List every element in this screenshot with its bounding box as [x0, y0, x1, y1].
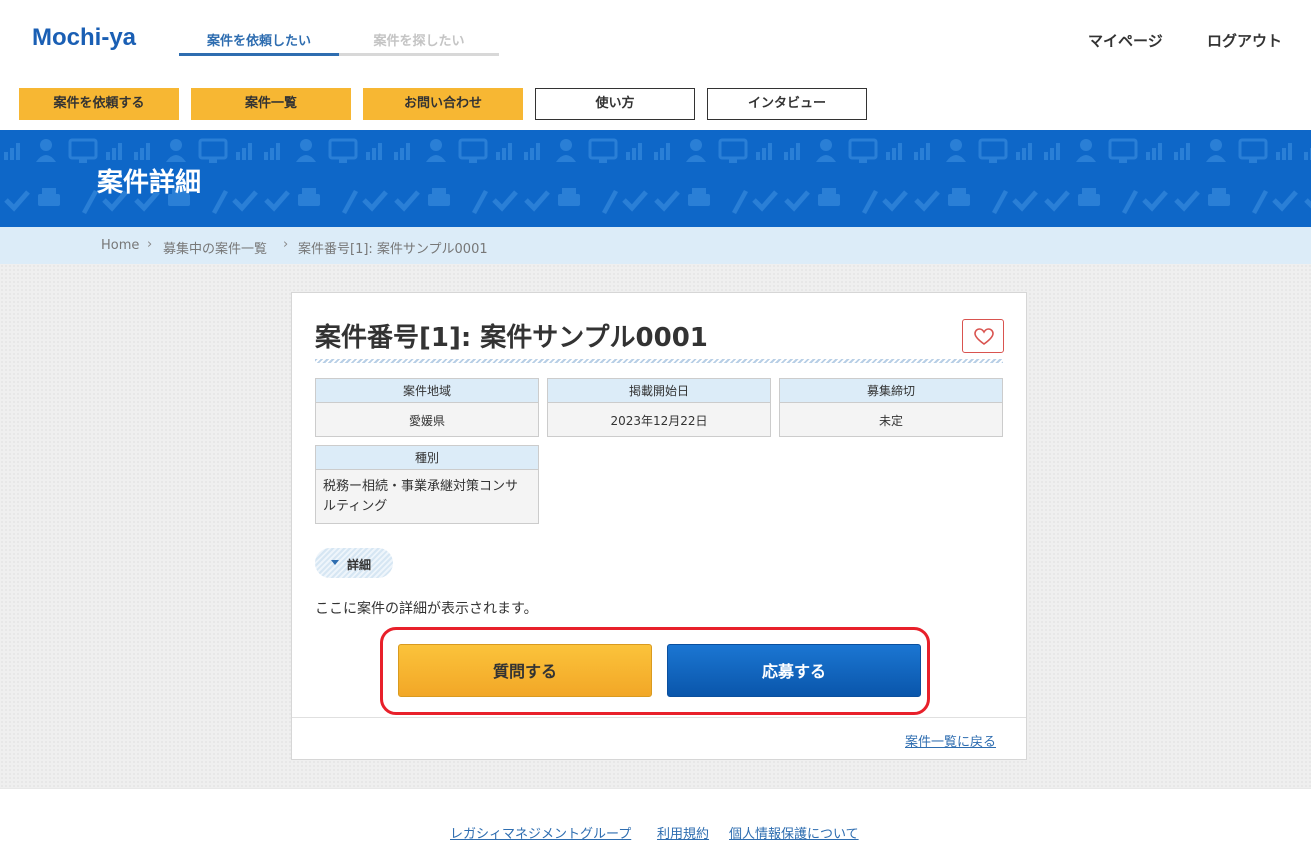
nav-request-project-button[interactable]: 案件を依頼する	[19, 88, 179, 120]
page-title: 案件詳細	[97, 168, 202, 198]
info-start-date-label: 掲載開始日	[548, 379, 770, 403]
title-divider	[315, 359, 1003, 363]
info-deadline: 募集締切 未定	[779, 378, 1003, 437]
info-start-date-value: 2023年12月22日	[610, 414, 708, 428]
footer-link-company[interactable]: レガシィマネジメントグループ	[450, 823, 631, 842]
nav-interview-button[interactable]: インタビュー	[707, 88, 867, 120]
nav-project-list-button[interactable]: 案件一覧	[191, 88, 351, 120]
breadcrumb: Home › 募集中の案件一覧 › 案件番号[1]: 案件サンプル0001	[0, 227, 1311, 264]
info-region-value: 愛媛県	[408, 414, 445, 428]
detail-text: ここに案件の詳細が表示されます。	[315, 601, 538, 617]
info-region: 案件地域 愛媛県	[315, 378, 539, 437]
site-footer: レガシィマネジメントグループ 利用規約 個人情報保護について	[0, 788, 1311, 847]
info-category-value: 税務ー相続・事業承継対策コンサ ルティング	[316, 470, 538, 517]
apply-button[interactable]: 応募する	[667, 644, 921, 697]
breadcrumb-home[interactable]: Home	[101, 238, 139, 253]
info-deadline-value: 未定	[878, 414, 903, 428]
back-to-list-link[interactable]: 案件一覧に戻る	[905, 731, 996, 750]
project-title: 案件番号[1]: 案件サンプル0001	[315, 323, 708, 353]
caret-down-icon	[331, 560, 339, 565]
nav-howto-button[interactable]: 使い方	[535, 88, 695, 120]
breadcrumb-project-list[interactable]: 募集中の案件一覧	[163, 238, 267, 257]
page-banner: 案件詳細	[0, 130, 1311, 227]
footer-link-privacy[interactable]: 個人情報保護について	[729, 823, 859, 842]
heart-icon	[974, 328, 994, 345]
info-category: 種別 税務ー相続・事業承継対策コンサ ルティング	[315, 445, 539, 524]
mypage-link[interactable]: マイページ	[1088, 30, 1163, 51]
tab-request-project[interactable]: 案件を依頼したい	[179, 30, 339, 56]
favorite-button[interactable]	[962, 319, 1004, 353]
info-start-date: 掲載開始日 2023年12月22日	[547, 378, 771, 437]
breadcrumb-separator: ›	[147, 237, 153, 252]
info-category-label: 種別	[316, 446, 538, 470]
info-category-value-line2: ルティング	[323, 499, 388, 514]
info-deadline-label: 募集締切	[780, 379, 1002, 403]
info-category-value-line1: 税務ー相続・事業承継対策コンサ	[323, 479, 519, 494]
breadcrumb-current: 案件番号[1]: 案件サンプル0001	[298, 242, 488, 257]
tab-find-project[interactable]: 案件を探したい	[339, 30, 499, 56]
project-detail-card: 案件番号[1]: 案件サンプル0001 案件地域 愛媛県 掲載開始日 2023年…	[291, 292, 1027, 760]
logout-link[interactable]: ログアウト	[1207, 30, 1282, 51]
card-divider	[292, 717, 1026, 718]
ask-question-button[interactable]: 質問する	[398, 644, 652, 697]
info-region-label: 案件地域	[316, 379, 538, 403]
nav-contact-button[interactable]: お問い合わせ	[363, 88, 523, 120]
site-logo[interactable]: Mochi-ya	[32, 24, 136, 52]
footer-link-terms[interactable]: 利用規約	[657, 823, 709, 842]
detail-toggle[interactable]: 詳細	[315, 548, 393, 578]
breadcrumb-separator: ›	[283, 237, 289, 252]
detail-toggle-label: 詳細	[347, 558, 372, 572]
site-header: Mochi-ya 案件を依頼したい 案件を探したい マイページ ログアウト	[0, 0, 1311, 78]
